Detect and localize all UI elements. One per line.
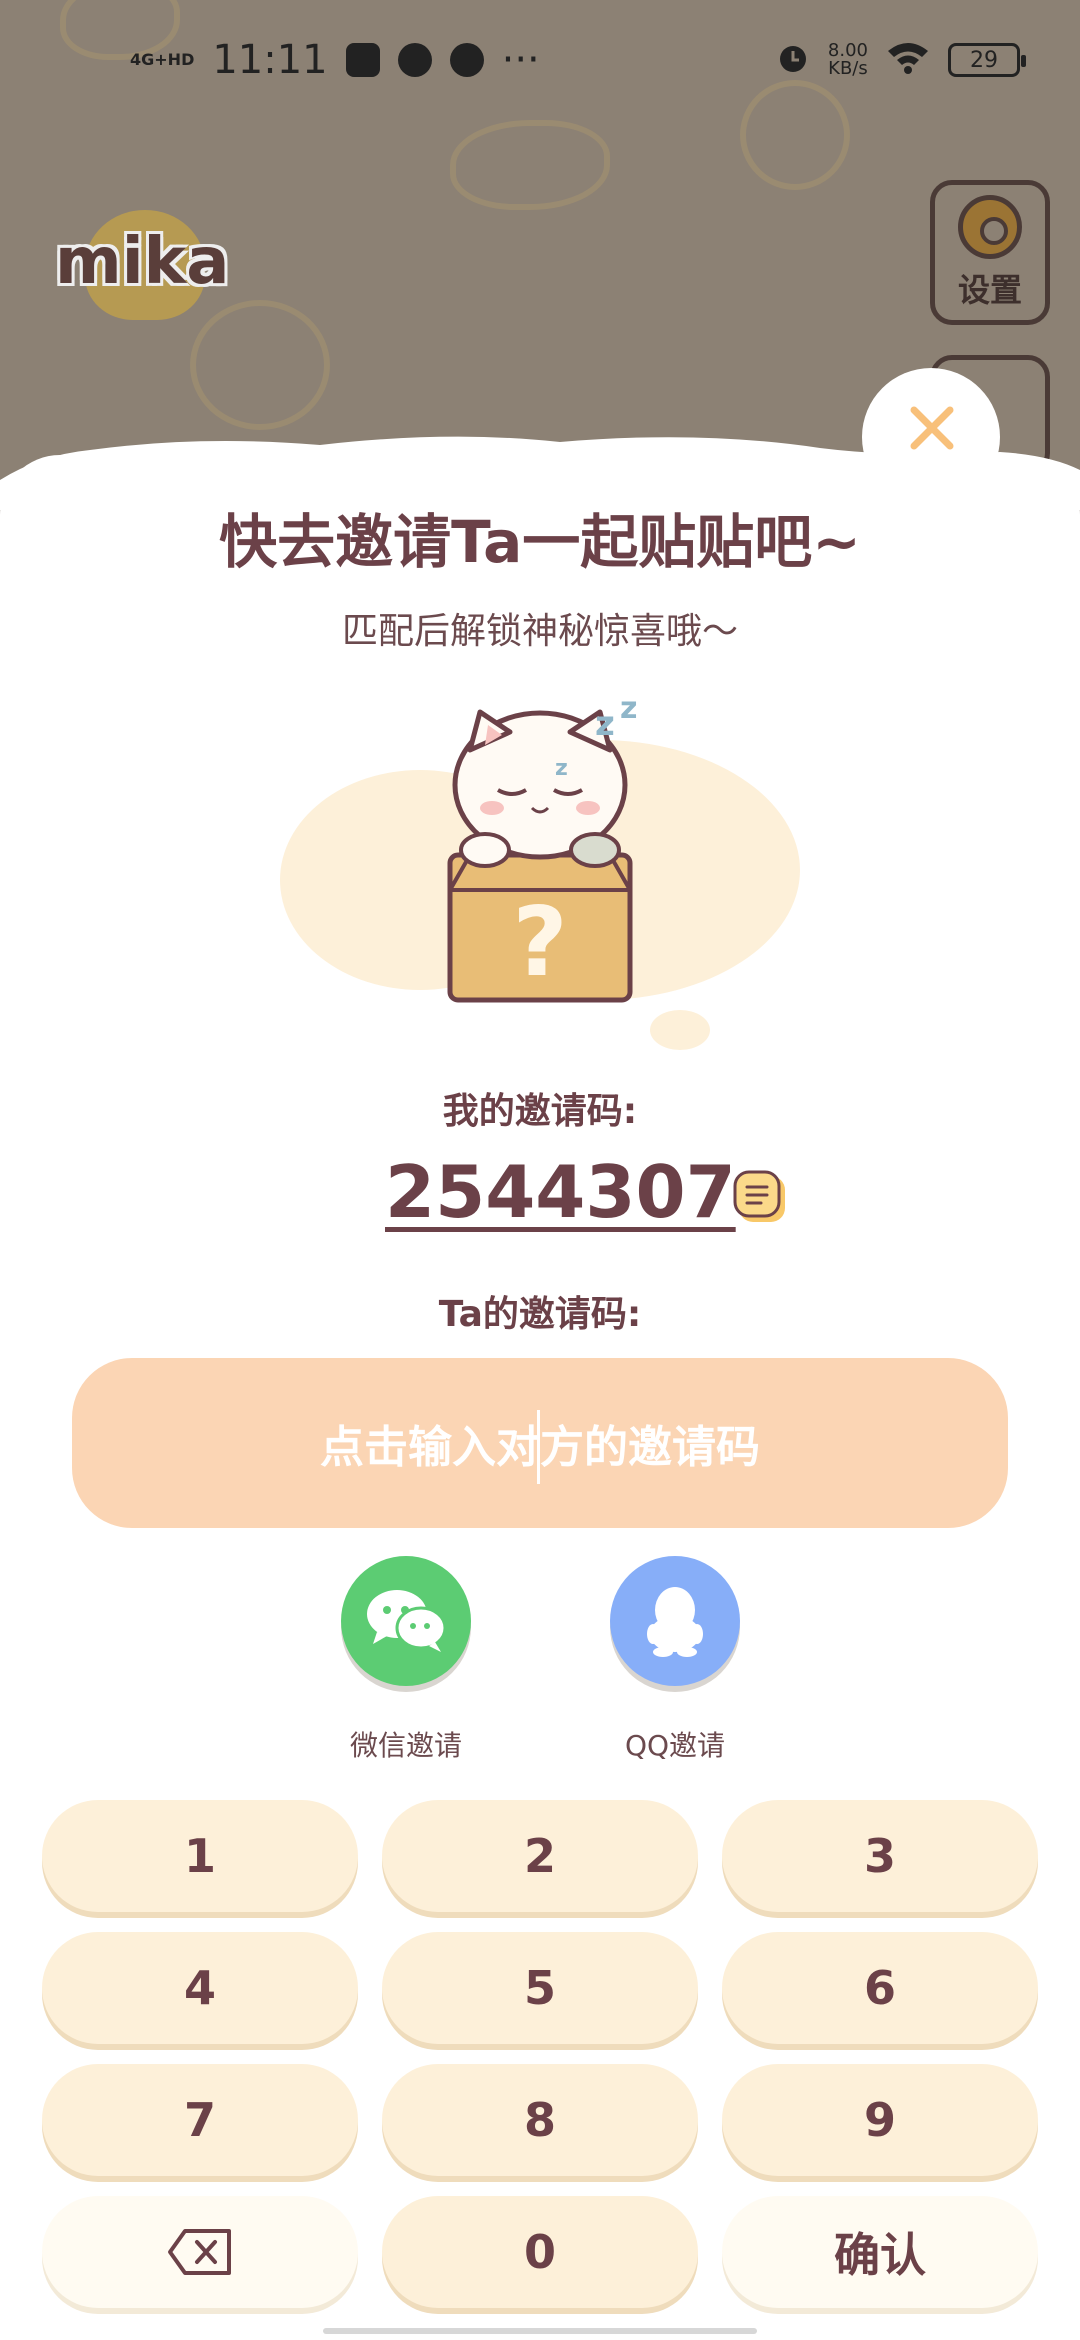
key-0[interactable]: 0	[382, 2196, 698, 2308]
settings-button[interactable]: 设置	[930, 180, 1050, 325]
key-8[interactable]: 8	[382, 2064, 698, 2176]
key-2[interactable]: 2	[382, 1800, 698, 1912]
key-4[interactable]: 4	[42, 1932, 358, 2044]
speed-unit: KB/s	[828, 58, 868, 79]
key-3[interactable]: 3	[722, 1800, 1038, 1912]
weibo-icon	[397, 43, 432, 77]
dialog-title: 快去邀请Ta一起贴贴吧~	[219, 508, 861, 576]
qq-icon	[610, 1556, 740, 1686]
svg-text:?: ?	[512, 888, 567, 998]
battery-indicator: 29	[948, 43, 1026, 77]
alarm-icon	[776, 41, 810, 80]
fish-pattern-icon	[450, 120, 610, 210]
ta-code-placeholder: 点击输入对方的邀请码	[320, 1422, 760, 1473]
app-notification-icon	[449, 43, 484, 77]
qq-invite-label: QQ邀请	[624, 1729, 726, 1762]
status-bar: 4G+HD 11:11 ··· 8.00 KB/s 29	[0, 0, 1080, 120]
key-5[interactable]: 5	[382, 1932, 698, 2044]
status-left: 4G+HD 11:11 ···	[130, 37, 540, 83]
copy-icon	[733, 1170, 785, 1222]
clock: 11:11	[212, 37, 328, 83]
text-cursor	[537, 1410, 540, 1484]
wechat-invite-button[interactable]: 微信邀请	[336, 1556, 476, 1764]
wechat-icon	[341, 1556, 471, 1686]
numeric-keypad: 1 2 3 4 5 6 7 8 9 0 确认	[42, 1800, 1038, 2308]
svg-text:z: z	[595, 704, 615, 744]
my-code-label: 我的邀请码:	[442, 1091, 638, 1132]
backspace-key[interactable]	[42, 2196, 358, 2308]
svg-text:z: z	[620, 691, 637, 726]
key-9[interactable]: 9	[722, 2064, 1038, 2176]
ta-code-input[interactable]: 点击输入对方的邀请码	[72, 1358, 1008, 1528]
copy-button[interactable]	[733, 1170, 789, 1226]
cat-box-illustration: ? z z z	[280, 691, 800, 1050]
wifi-icon	[886, 41, 930, 80]
app-logo: mika	[55, 210, 229, 320]
notification-icon	[345, 43, 380, 77]
dialog-subtitle: 匹配后解锁神秘惊喜哦～	[341, 611, 738, 652]
logo-text: mika	[55, 225, 230, 299]
status-right: 8.00 KB/s 29	[776, 41, 1026, 80]
close-button[interactable]	[892, 388, 972, 468]
network-speed: 8.00 KB/s	[828, 42, 868, 78]
qq-invite-button[interactable]: QQ邀请	[605, 1556, 745, 1764]
key-7[interactable]: 7	[42, 2064, 358, 2176]
my-invite-code[interactable]: 2544307	[385, 1150, 736, 1234]
close-icon	[910, 406, 954, 450]
network-indicator: 4G+HD	[130, 50, 195, 69]
backspace-icon	[168, 2229, 231, 2275]
wechat-invite-label: 微信邀请	[349, 1729, 462, 1762]
key-6[interactable]: 6	[722, 1932, 1038, 2044]
confirm-key[interactable]: 确认	[722, 2196, 1038, 2308]
more-notifications-icon: ···	[501, 37, 540, 83]
gear-icon	[958, 194, 1022, 259]
key-1[interactable]: 1	[42, 1800, 358, 1912]
settings-label: 设置	[957, 270, 1022, 309]
ta-code-label: Ta的邀请码:	[438, 1294, 642, 1335]
home-indicator[interactable]	[323, 2328, 757, 2334]
svg-text:z: z	[555, 756, 568, 781]
